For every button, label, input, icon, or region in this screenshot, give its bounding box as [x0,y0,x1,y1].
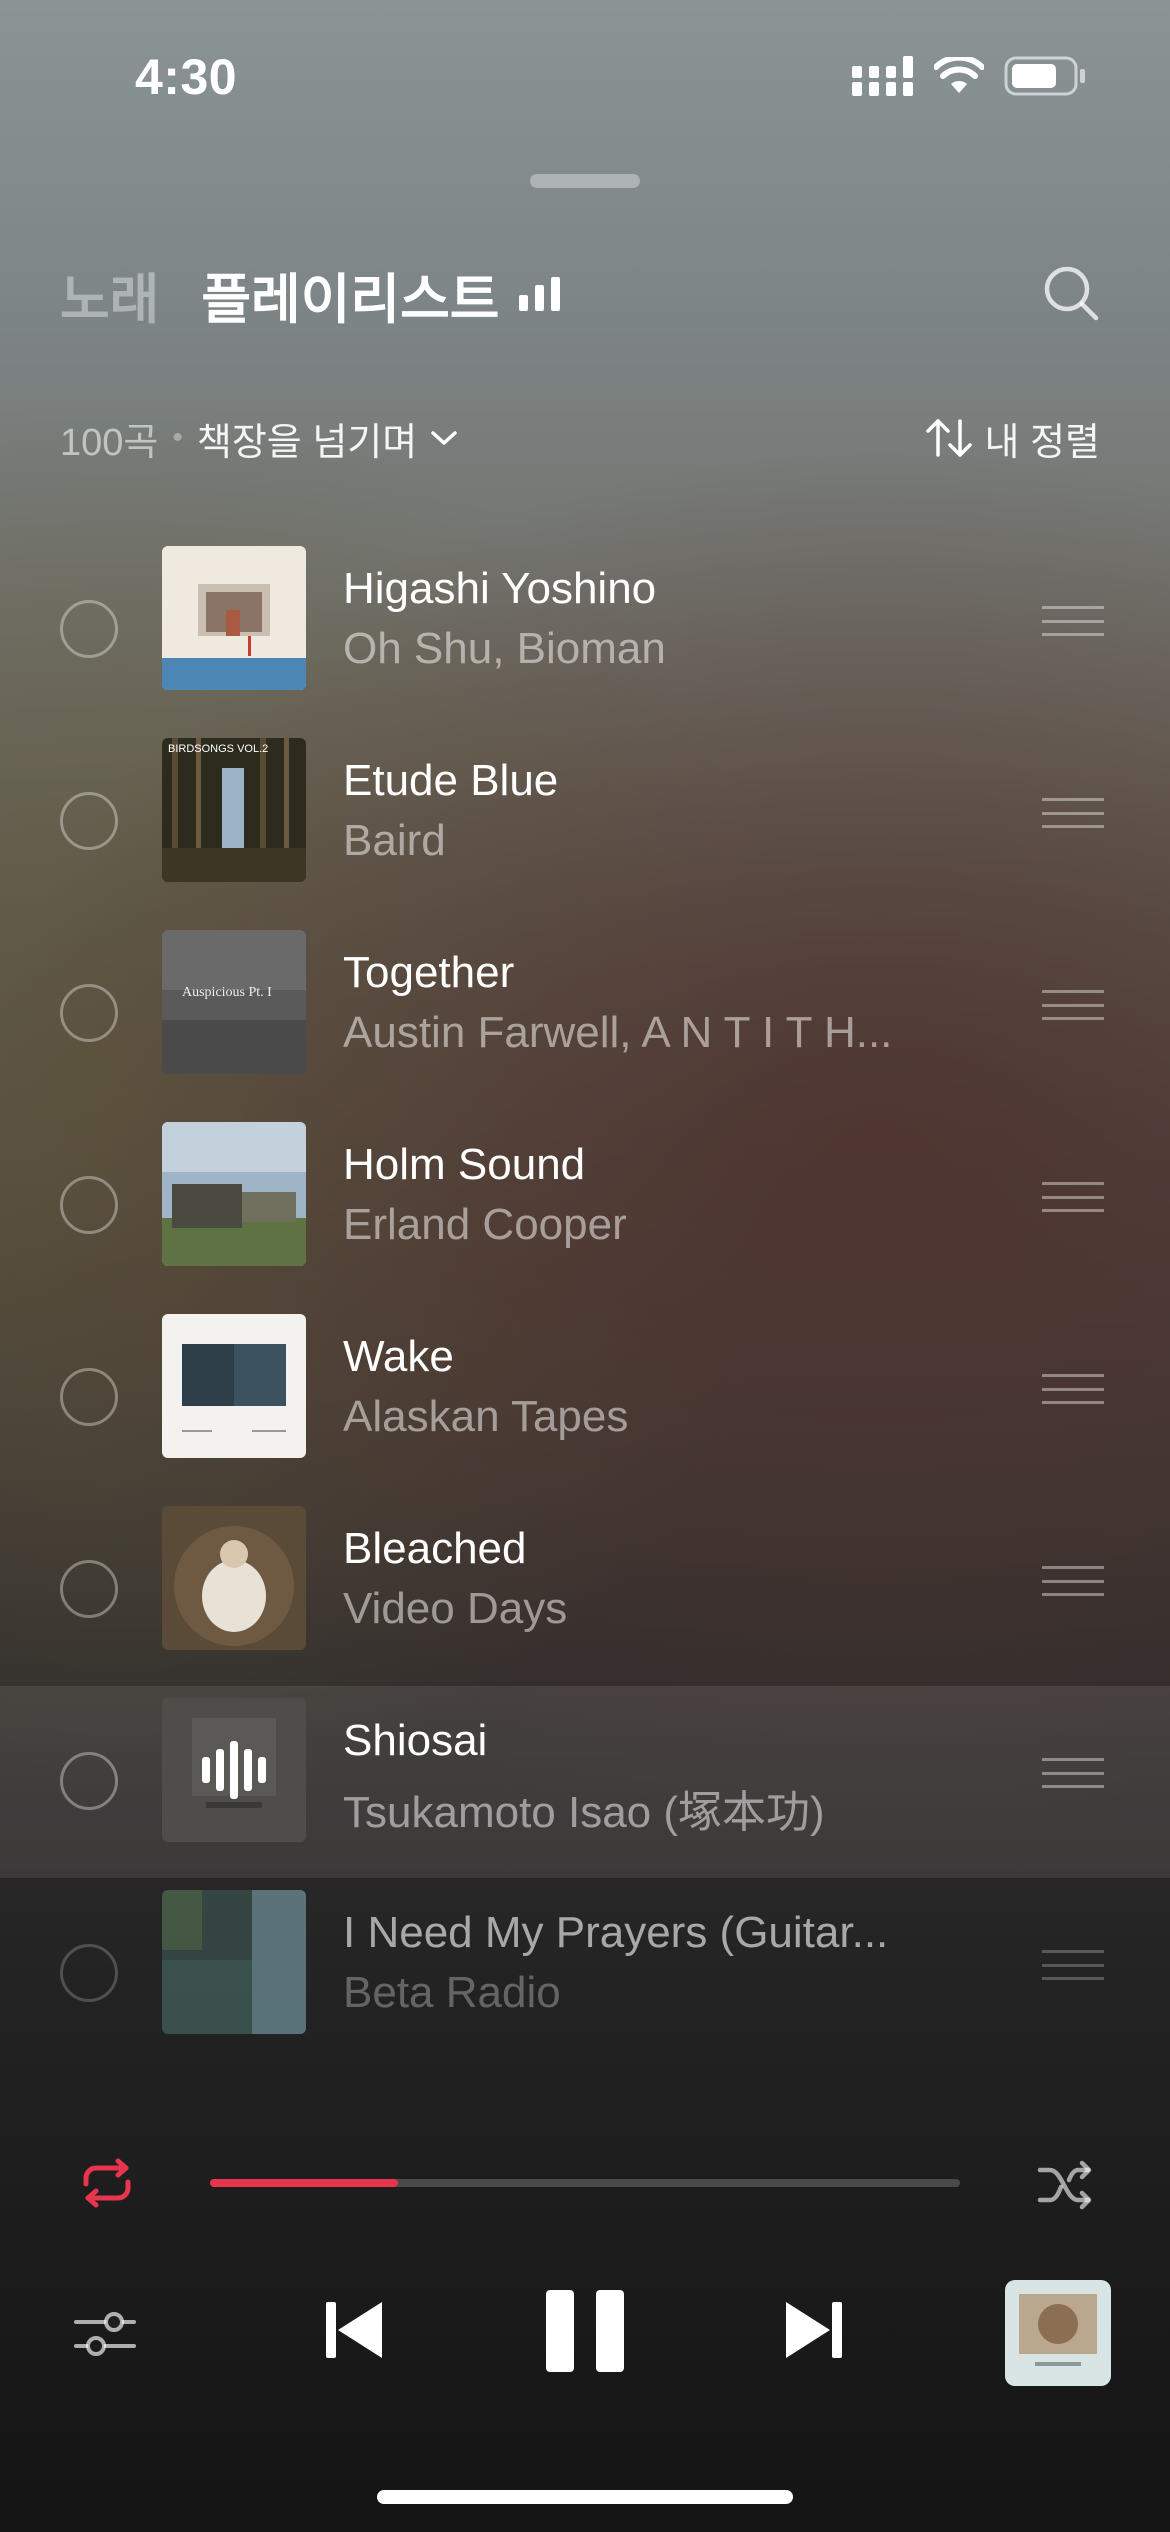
tab-playlist[interactable]: 플레이리스트 [201,255,499,334]
track-artist: Oh Shu, Bioman [343,624,666,673]
track-count: 100곡 [60,421,159,464]
next-icon[interactable] [782,2298,846,2362]
select-radio[interactable] [60,600,118,658]
drag-handle-icon[interactable] [1042,1950,1104,1980]
now-playing-artwork[interactable] [1005,2280,1111,2386]
drag-handle-icon[interactable] [1042,1758,1104,1788]
track-artist: Video Days [343,1584,568,1633]
equalizer-icon[interactable] [74,2306,136,2360]
playlist-name: 책장을 넘기며 [196,421,418,464]
album-art: Auspicious Pt. I [162,930,306,1074]
now-playing-bars-icon [162,1698,306,1842]
album-art [162,1314,306,1458]
shuffle-icon[interactable] [1036,2158,1094,2212]
album-art [162,1890,306,2034]
battery-icon [1004,56,1085,96]
playlist-subheader: 100곡 • 책장을 넘기며 내 정렬 [60,410,1100,466]
select-radio[interactable] [60,1368,118,1426]
select-radio[interactable] [60,1752,118,1810]
select-radio[interactable] [60,1176,118,1234]
track-row[interactable]: BIRDSONGS VOL.2 Etude Blue Baird [0,726,1170,918]
select-radio[interactable] [60,1944,118,2002]
now-playing-bars-icon [519,277,561,311]
drag-handle-icon[interactable] [1042,798,1104,828]
progress-fill [210,2179,398,2187]
wifi-icon [934,57,984,93]
progress-bar[interactable] [210,2179,960,2187]
status-time: 4:30 [135,49,238,105]
track-title: Wake [343,1332,454,1381]
album-art: BIRDSONGS VOL.2 [162,738,306,882]
track-title: Higashi Yoshino [343,564,657,613]
track-artist: Alaskan Tapes [343,1392,629,1441]
track-artist: Beta Radio [343,1968,561,2017]
track-list: Higashi Yoshino Oh Shu, Bioman BIRDSONGS… [0,534,1170,2070]
playlist-selector[interactable]: 책장을 넘기며 [197,411,459,466]
sheet-grabber[interactable] [530,174,640,188]
track-artist: Baird [343,816,446,865]
album-art [162,1122,306,1266]
drag-handle-icon[interactable] [1042,1566,1104,1596]
select-radio[interactable] [60,1560,118,1618]
sort-label: 내 정렬 [984,421,1100,464]
header-tabs: 노래 플레이리스트 [60,262,561,330]
previous-icon[interactable] [322,2298,386,2362]
track-title: Etude Blue [343,756,559,805]
album-art-text: Auspicious Pt. I [182,985,272,1000]
search-icon[interactable] [1042,264,1100,322]
separator-dot: • [172,421,183,454]
track-row[interactable]: Auspicious Pt. I Together Austin Farwell… [0,918,1170,1110]
chevron-down-icon [431,431,457,445]
select-radio[interactable] [60,792,118,850]
album-art [162,546,306,690]
track-row[interactable]: Holm Sound Erland Cooper [0,1110,1170,1302]
track-row[interactable]: Wake Alaskan Tapes [0,1302,1170,1494]
sort-icon [925,419,972,457]
track-row[interactable]: I Need My Prayers (Guitar... Beta Radio [0,1878,1170,2070]
album-art-text: BIRDSONGS VOL.2 [168,743,268,755]
album-art [162,1506,306,1650]
select-radio[interactable] [60,984,118,1042]
repeat-icon[interactable] [78,2158,136,2208]
tab-songs[interactable]: 노래 [60,255,159,334]
status-icons [852,56,1086,96]
track-title: Bleached [343,1524,527,1573]
track-title: Shiosai [343,1716,488,1765]
track-artist: Erland Cooper [343,1200,627,1249]
drag-handle-icon[interactable] [1042,1374,1104,1404]
track-title: Together [343,948,515,997]
signal-icon [852,56,913,96]
track-title: I Need My Prayers (Guitar... [343,1908,889,1957]
drag-handle-icon[interactable] [1042,990,1104,1020]
album-art [162,1698,306,1842]
track-artist: Austin Farwell, A N T I T H... [343,1008,893,1057]
home-indicator[interactable] [377,2490,793,2504]
track-title: Holm Sound [343,1140,586,1189]
sort-button[interactable]: 내 정렬 [925,411,1100,466]
track-row[interactable]: Bleached Video Days [0,1494,1170,1686]
track-row-now-playing[interactable]: Shiosai Tsukamoto Isao (塚本功) [0,1686,1170,1878]
drag-handle-icon[interactable] [1042,606,1104,636]
pause-icon[interactable] [546,2290,624,2372]
drag-handle-icon[interactable] [1042,1182,1104,1212]
track-artist: Tsukamoto Isao (塚本功) [343,1788,825,1837]
track-row[interactable]: Higashi Yoshino Oh Shu, Bioman [0,534,1170,726]
